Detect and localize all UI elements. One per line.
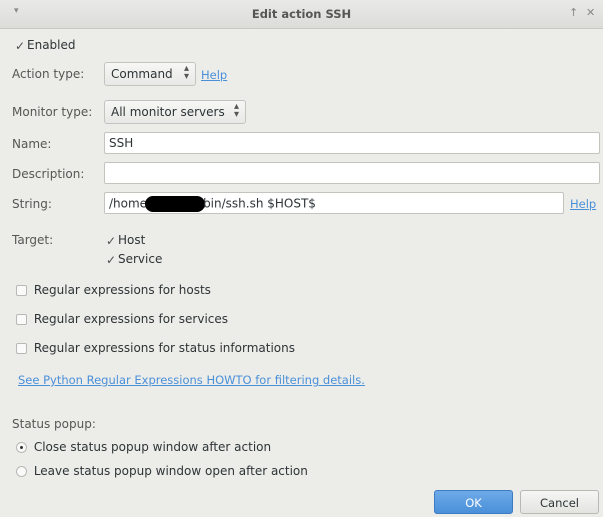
close-popup-label: Close status popup window after action <box>33 440 272 454</box>
action-type-select[interactable]: Command ▴ ▾ <box>104 62 196 86</box>
name-label: Name: <box>12 137 52 151</box>
description-label: Description: <box>12 167 85 181</box>
monitor-type-label: Monitor type: <box>12 105 93 119</box>
action-type-value: Command <box>111 67 173 81</box>
description-field[interactable] <box>104 162 600 184</box>
spin-arrows-icon: ▴ ▾ <box>183 63 189 82</box>
checkmark-icon: ✓ <box>106 252 117 267</box>
window-title: Edit action SSH <box>251 7 352 21</box>
regex-status-checkbox[interactable]: Regular expressions for status informati… <box>16 341 295 355</box>
checkbox-icon <box>16 314 27 325</box>
action-type-help-link[interactable]: Help <box>201 68 227 82</box>
spin-arrows-icon: ▴ ▾ <box>233 101 239 120</box>
edit-action-dialog: ▾ Edit action SSH ↑ ✕ ✓ Enabled Action ty… <box>0 0 603 517</box>
checkbox-icon <box>16 343 27 354</box>
status-popup-label: Status popup: <box>12 417 96 431</box>
ok-button[interactable]: OK <box>434 490 513 514</box>
close-icon[interactable]: ✕ <box>586 6 595 19</box>
action-type-label: Action type: <box>12 67 85 81</box>
target-label: Target: <box>12 233 54 247</box>
enabled-label: Enabled <box>27 38 76 52</box>
title-bar[interactable]: ▾ Edit action SSH ↑ ✕ <box>0 0 603 29</box>
monitor-type-select[interactable]: All monitor servers ▴ ▾ <box>104 100 246 124</box>
close-popup-radio[interactable]: Close status popup window after action <box>16 440 271 454</box>
enabled-checkbox[interactable]: ✓ Enabled <box>15 38 76 53</box>
leave-popup-radio[interactable]: Leave status popup window open after act… <box>16 464 308 478</box>
target-service-label: Service <box>118 252 163 266</box>
regex-hosts-checkbox[interactable]: Regular expressions for hosts <box>16 283 211 297</box>
leave-popup-label: Leave status popup window open after act… <box>33 464 308 478</box>
redaction-mark <box>145 196 206 212</box>
string-field[interactable]: /home bin/ssh.sh $HOST$ <box>104 192 564 214</box>
monitor-type-value: All monitor servers <box>111 105 225 119</box>
regex-status-label: Regular expressions for status informati… <box>33 341 295 355</box>
regex-services-checkbox[interactable]: Regular expressions for services <box>16 312 228 326</box>
string-value-suffix: bin/ssh.sh $HOST$ <box>203 196 316 211</box>
string-value-prefix: /home <box>109 196 148 211</box>
name-field[interactable]: SSH <box>104 132 600 154</box>
checkbox-icon <box>16 285 27 296</box>
cancel-button[interactable]: Cancel <box>520 490 599 514</box>
checkmark-icon: ✓ <box>15 38 26 53</box>
checkmark-icon: ✓ <box>106 233 117 248</box>
target-service-checkbox[interactable]: ✓ Service <box>106 252 162 267</box>
radio-selected-icon <box>16 442 27 453</box>
target-host-label: Host <box>118 233 146 247</box>
regex-howto-link[interactable]: See Python Regular Expressions HOWTO for… <box>18 373 365 387</box>
target-host-checkbox[interactable]: ✓ Host <box>106 233 145 248</box>
regex-services-label: Regular expressions for services <box>33 312 229 326</box>
string-label: String: <box>12 197 52 211</box>
name-value: SSH <box>109 136 134 150</box>
pin-icon[interactable]: ↑ <box>569 6 578 19</box>
string-help-link[interactable]: Help <box>570 197 596 211</box>
regex-hosts-label: Regular expressions for hosts <box>33 283 211 297</box>
radio-unselected-icon <box>16 466 27 477</box>
